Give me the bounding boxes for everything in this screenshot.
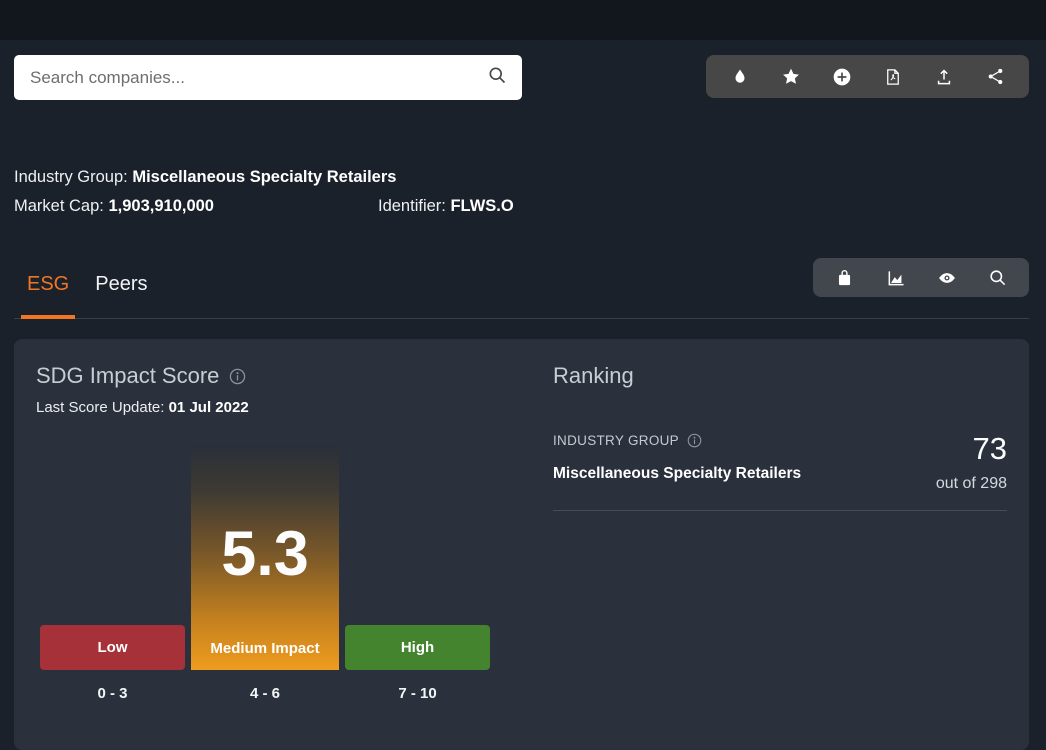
band-medium-bar: 5.3 Medium Impact <box>191 446 339 670</box>
share-icon[interactable] <box>982 64 1008 90</box>
ranking-group: INDUSTRY GROUP Miscellaneous Specialty R… <box>553 433 801 493</box>
ranking-divider <box>553 510 1007 511</box>
market-cap-label: Market Cap: <box>14 197 104 215</box>
add-circle-icon[interactable] <box>829 64 855 90</box>
industry-group-line: Industry Group: Miscellaneous Specialty … <box>14 163 1029 192</box>
company-search-bar[interactable] <box>14 55 522 100</box>
industry-group-label: Industry Group: <box>14 168 128 186</box>
ranking-section: Ranking INDUSTRY GROUP Miscellan <box>533 363 1007 726</box>
ranking-group-name: Miscellaneous Specialty Retailers <box>553 465 801 483</box>
tabs-bar: ESG Peers <box>14 258 1029 319</box>
tab-peers[interactable]: Peers <box>89 273 153 318</box>
range-medium: 4 - 6 <box>191 685 339 702</box>
band-low: Low <box>40 625 185 670</box>
bag-icon[interactable] <box>832 265 858 291</box>
industry-group-value: Miscellaneous Specialty Retailers <box>132 168 396 186</box>
eye-icon[interactable] <box>934 265 960 291</box>
star-icon[interactable] <box>778 64 804 90</box>
last-update-value: 01 Jul 2022 <box>169 399 249 416</box>
action-toolbar <box>706 55 1029 98</box>
ranking-title: Ranking <box>553 363 1007 389</box>
sdg-impact-section: SDG Impact Score Last Score Update: 01 J… <box>36 363 533 726</box>
identifier-value: FLWS.O <box>450 197 513 215</box>
sdg-title: SDG Impact Score <box>36 363 219 389</box>
range-low: 0 - 3 <box>40 685 185 702</box>
last-update-label: Last Score Update: <box>36 399 164 416</box>
market-cap-value: 1,903,910,000 <box>108 197 214 215</box>
rank-value: 73 <box>936 433 1007 464</box>
industry-group-rank-label: INDUSTRY GROUP <box>553 433 679 448</box>
upload-icon[interactable] <box>931 64 957 90</box>
last-score-update: Last Score Update: 01 Jul 2022 <box>36 399 533 416</box>
score-band-chart: Low 5.3 Medium Impact High <box>40 446 533 670</box>
identifier-line: Identifier: FLWS.O <box>378 192 514 221</box>
range-high: 7 - 10 <box>345 685 490 702</box>
info-icon[interactable] <box>687 433 702 448</box>
view-toolbar <box>813 258 1029 297</box>
esg-card: SDG Impact Score Last Score Update: 01 J… <box>14 339 1029 750</box>
company-info: Industry Group: Miscellaneous Specialty … <box>14 163 1029 221</box>
search-icon[interactable] <box>487 65 507 90</box>
rank-out-of: out of 298 <box>936 475 1007 493</box>
page-content: Industry Group: Miscellaneous Specialty … <box>0 55 1046 750</box>
band-high: High <box>345 625 490 670</box>
tab-esg[interactable]: ESG <box>21 273 75 318</box>
rank-numbers: 73 out of 298 <box>936 433 1007 493</box>
pdf-export-icon[interactable] <box>880 64 906 90</box>
top-app-strip <box>0 0 1046 40</box>
info-icon[interactable] <box>229 368 246 385</box>
identifier-label: Identifier: <box>378 197 446 215</box>
search-icon[interactable] <box>985 265 1011 291</box>
band-medium-label: Medium Impact <box>191 640 339 657</box>
market-cap-line: Market Cap: 1,903,910,000 <box>14 192 378 221</box>
flame-icon[interactable] <box>727 64 753 90</box>
area-chart-icon[interactable] <box>883 265 909 291</box>
search-input[interactable] <box>30 68 487 88</box>
sdg-score-value: 5.3 <box>191 523 339 586</box>
score-ranges: 0 - 3 4 - 6 7 - 10 <box>40 685 533 702</box>
